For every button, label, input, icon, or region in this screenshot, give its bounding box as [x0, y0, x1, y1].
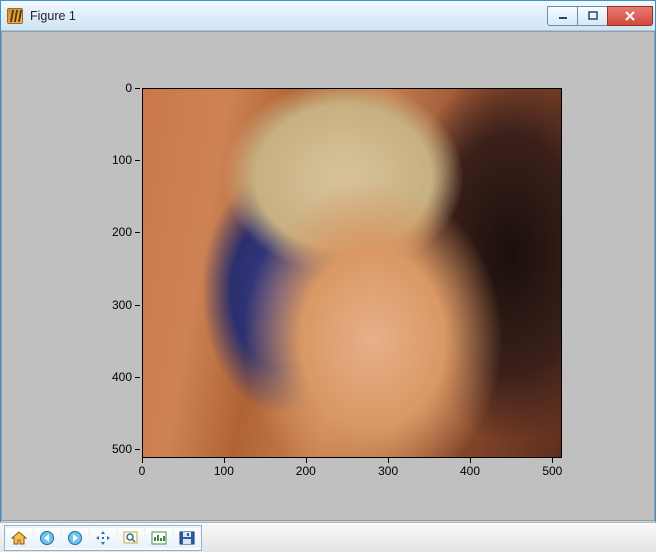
- x-axis: 0 100 200 300 400 500: [142, 460, 562, 490]
- x-tick-label: 400: [460, 464, 480, 478]
- y-tick-label: 100: [112, 153, 132, 167]
- y-tick-label: 300: [112, 298, 132, 312]
- home-icon: [10, 530, 28, 546]
- save-button[interactable]: [174, 527, 200, 549]
- titlebar: Figure 1: [1, 1, 655, 31]
- arrow-right-icon: [66, 530, 84, 546]
- y-tick-label: 0: [125, 81, 132, 95]
- figure-canvas[interactable]: 0 100 200 300 400 500 0 100 200 300 400 …: [1, 31, 655, 521]
- y-tick-label: 400: [112, 370, 132, 384]
- minimize-button[interactable]: [547, 6, 577, 26]
- close-icon: [624, 11, 636, 21]
- axes[interactable]: [142, 88, 562, 458]
- window-title: Figure 1: [30, 9, 76, 23]
- navigation-toolbar: [0, 522, 656, 552]
- x-tick-label: 100: [214, 464, 234, 478]
- toolbar-group: [4, 525, 202, 551]
- maximize-icon: [588, 11, 598, 20]
- x-tick-label: 500: [542, 464, 562, 478]
- x-tick-label: 0: [139, 464, 146, 478]
- move-icon: [94, 530, 112, 546]
- zoom-button[interactable]: [118, 527, 144, 549]
- plot-area: 0 100 200 300 400 500 0 100 200 300 400 …: [84, 72, 608, 502]
- window-controls: [547, 6, 653, 26]
- close-button[interactable]: [607, 6, 653, 26]
- pan-button[interactable]: [90, 527, 116, 549]
- home-button[interactable]: [6, 527, 32, 549]
- app-icon: [7, 8, 23, 24]
- maximize-button[interactable]: [577, 6, 607, 26]
- configure-icon: [150, 530, 168, 546]
- arrow-left-icon: [38, 530, 56, 546]
- subplots-button[interactable]: [146, 527, 172, 549]
- x-tick-label: 200: [296, 464, 316, 478]
- displayed-image: [143, 89, 561, 457]
- y-tick-label: 500: [112, 442, 132, 456]
- y-tick-label: 200: [112, 225, 132, 239]
- minimize-icon: [558, 12, 568, 20]
- forward-button[interactable]: [62, 527, 88, 549]
- back-button[interactable]: [34, 527, 60, 549]
- y-axis: 0 100 200 300 400 500: [84, 88, 140, 458]
- save-icon: [178, 530, 196, 546]
- zoom-icon: [122, 530, 140, 546]
- x-tick-label: 300: [378, 464, 398, 478]
